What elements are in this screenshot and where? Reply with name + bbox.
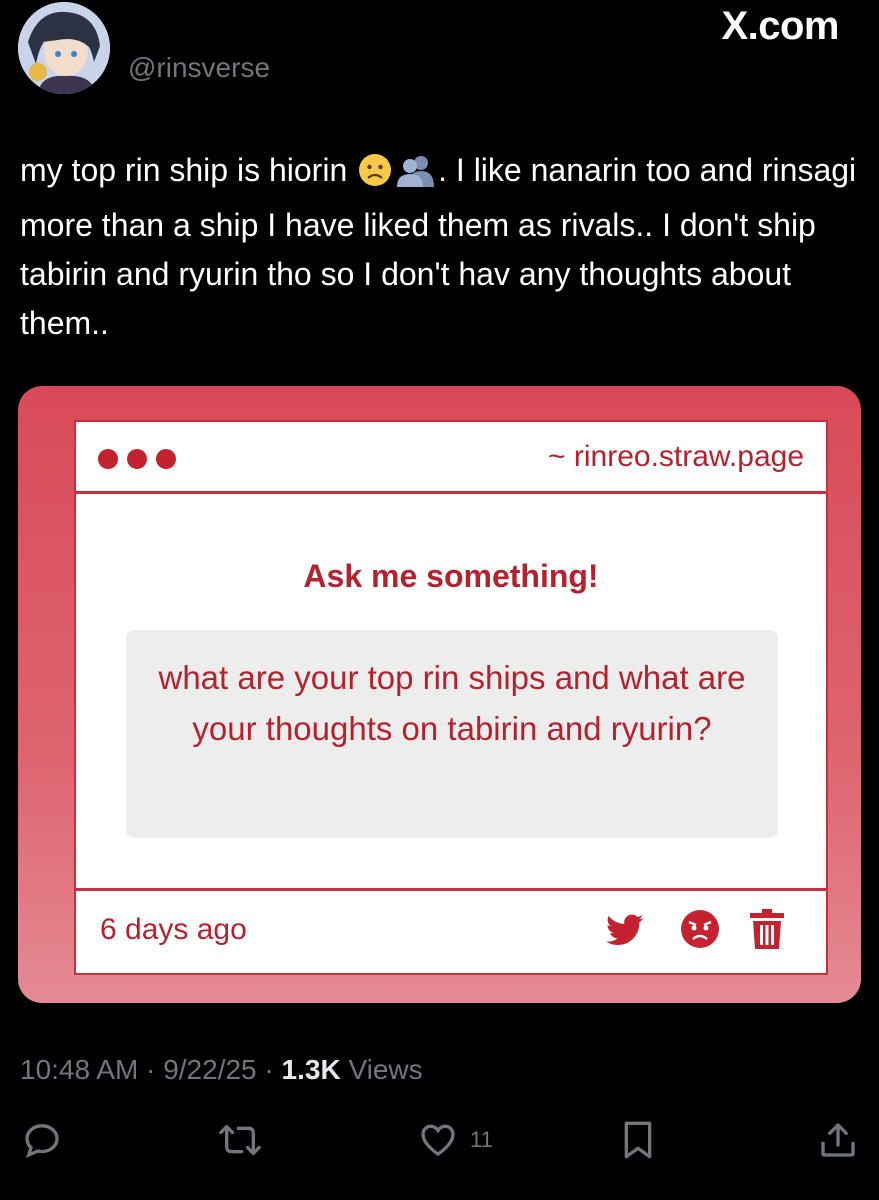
like-count: 11 — [470, 1127, 493, 1152]
tweet-meta: 10:48 AM · 9/22/25 · 1.3K Views — [20, 1054, 423, 1086]
avatar[interactable] — [18, 2, 110, 94]
reply-icon — [25, 1124, 59, 1158]
bookmark-icon — [624, 1121, 652, 1159]
slightly-frowning-face-emoji — [358, 152, 392, 201]
repost-button[interactable] — [218, 1118, 262, 1162]
tweet-time: 10:48 AM — [20, 1054, 139, 1085]
user-handle[interactable]: @rinsverse — [128, 52, 270, 84]
meta-separator: · — [256, 1054, 282, 1085]
people-silhouette-emoji — [396, 152, 436, 201]
meta-separator: · — [138, 1054, 164, 1085]
reply-button[interactable] — [22, 1118, 62, 1162]
views-count: 1.3K — [281, 1054, 341, 1085]
trash-icon — [750, 909, 784, 954]
tweet-text: my top rin ship is hiorin . I like nanar… — [20, 146, 865, 348]
site-brand: X.com — [721, 4, 839, 48]
window-titlebar: ~ rinreo.straw.page — [76, 422, 826, 494]
window-dot-icon — [156, 449, 176, 469]
tweet-text-part-1: my top rin ship is hiorin — [20, 152, 357, 188]
views-label: Views — [340, 1054, 423, 1085]
bookmark-button[interactable] — [620, 1118, 656, 1162]
tweet-date: 9/22/25 — [163, 1054, 257, 1085]
window-dot-icon — [127, 449, 147, 469]
ask-title: Ask me something! — [303, 558, 599, 594]
avatar-image — [18, 2, 110, 94]
heart-icon — [421, 1124, 455, 1157]
time-ago: 6 days ago — [100, 913, 247, 946]
twitter-bird-icon — [604, 909, 646, 954]
window-url: ~ rinreo.straw.page — [548, 440, 804, 473]
angry-face-icon — [680, 909, 720, 954]
like-button[interactable]: 11 — [418, 1118, 493, 1162]
share-button[interactable] — [818, 1118, 858, 1162]
share-icon — [821, 1123, 855, 1157]
repost-icon — [219, 1125, 261, 1155]
window-dot-icon — [98, 449, 118, 469]
question-window: ~ rinreo.straw.page Ask me something! wh… — [74, 420, 828, 975]
question-text: what are your top rin ships and what are… — [158, 659, 746, 747]
question-box: what are your top rin ships and what are… — [126, 630, 778, 838]
window-footer: 6 days ago — [76, 888, 826, 972]
